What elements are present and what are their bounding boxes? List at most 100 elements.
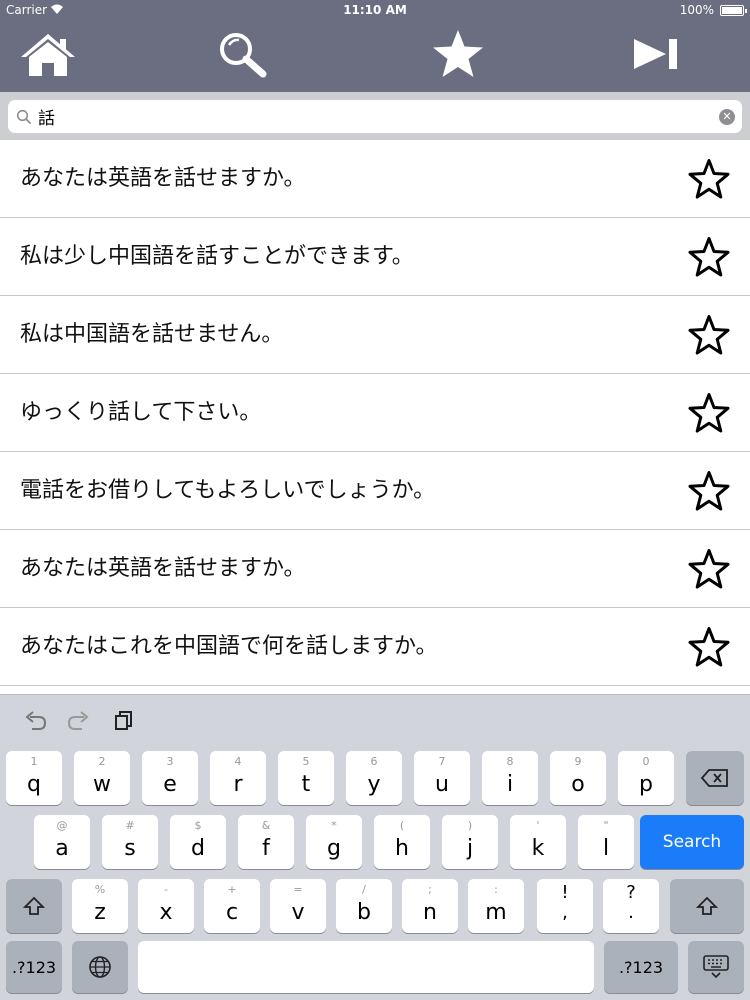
search-field: ✕: [8, 100, 742, 133]
globe-key[interactable]: [72, 941, 128, 993]
key-label: v: [291, 900, 305, 925]
key-h[interactable]: (h: [374, 815, 430, 869]
key-label: g: [327, 836, 341, 861]
key-f[interactable]: & f: [238, 815, 294, 869]
key-p[interactable]: 0p: [618, 751, 674, 805]
key-bottom-char: ,: [562, 902, 568, 923]
key-hint: 0: [642, 755, 650, 768]
phrase-text: あなたはこれを中国語で何を話しますか。: [20, 634, 438, 659]
key-y[interactable]: 6y: [346, 751, 402, 805]
key-w[interactable]: 2w: [74, 751, 130, 805]
key-hint: (: [399, 819, 405, 832]
favorite-star-icon[interactable]: [688, 470, 730, 512]
key-hint: @: [56, 819, 68, 832]
space-key[interactable]: [138, 941, 594, 993]
list-item[interactable]: あなたは英語を話せますか。: [0, 530, 750, 608]
key-j[interactable]: ) j: [442, 815, 498, 869]
onscreen-keyboard: 1 q 2 w 3 e 4 r 5 t 6 y 7 u 8 i 9 o 0 p @ a # s $ d & f * g(h) j ' k " l Se…: [0, 694, 750, 1000]
key-g[interactable]: * g: [306, 815, 362, 869]
key-hint: 1: [30, 755, 38, 768]
list-item[interactable]: あなたは英語を話せますか。: [0, 140, 750, 218]
search-button[interactable]: [210, 26, 274, 82]
key-label: s: [124, 836, 136, 861]
key-u[interactable]: 7u: [414, 751, 470, 805]
list-item[interactable]: あなたはこれを中国語で何を話しますか。: [0, 608, 750, 686]
numbers-key-right[interactable]: .?123: [604, 941, 678, 993]
key-hint: *: [331, 819, 337, 832]
key-hint: -: [164, 883, 168, 896]
key-hint: $: [194, 819, 202, 832]
key-label: r: [233, 772, 243, 797]
key-a[interactable]: @ a: [34, 815, 90, 869]
clear-icon[interactable]: ✕: [719, 109, 735, 125]
search-bar: ✕: [0, 92, 750, 140]
undo-icon[interactable]: [24, 709, 48, 731]
key-label: t: [301, 772, 311, 797]
key-v[interactable]: = v: [270, 879, 326, 933]
key-label: k: [531, 836, 545, 861]
key-q[interactable]: 1q: [6, 751, 62, 805]
keyboard-shortcut-bar: [0, 695, 750, 743]
key-hint: /: [362, 883, 366, 896]
key-i[interactable]: 8i: [482, 751, 538, 805]
search-key[interactable]: Search: [640, 815, 744, 869]
battery-icon: [720, 5, 747, 16]
key-punct_1[interactable]: !,: [537, 879, 593, 933]
key-r[interactable]: 4r: [210, 751, 266, 805]
backspace-icon: [700, 769, 728, 787]
paste-icon[interactable]: [113, 709, 135, 731]
hide-keyboard-key[interactable]: [688, 941, 744, 993]
key-z[interactable]: % z: [72, 879, 128, 933]
key-d[interactable]: $ d: [170, 815, 226, 869]
key-hint: ): [467, 819, 473, 832]
key-label: d: [191, 836, 205, 861]
key-label: a: [55, 836, 69, 861]
home-icon: [21, 34, 75, 76]
favorite-star-icon[interactable]: [688, 548, 730, 590]
key-label: l: [602, 836, 610, 861]
favorite-star-icon[interactable]: [688, 392, 730, 434]
favorite-star-icon[interactable]: [688, 626, 730, 668]
key-m[interactable]: :m: [468, 879, 524, 933]
home-button[interactable]: [16, 26, 80, 82]
key-c[interactable]: + c: [204, 879, 260, 933]
list-item[interactable]: ゆっくり話して下さい。: [0, 374, 750, 452]
key-hint: +: [227, 883, 237, 896]
key-hint: &: [261, 819, 271, 832]
shift-key-left[interactable]: [6, 879, 62, 933]
key-s[interactable]: # s: [102, 815, 158, 869]
key-l[interactable]: " l: [578, 815, 634, 869]
favorite-star-icon[interactable]: [688, 236, 730, 278]
numbers-key-left[interactable]: .?123: [6, 941, 62, 993]
search-input[interactable]: [38, 100, 698, 133]
key-t[interactable]: 5t: [278, 751, 334, 805]
key-hint: 7: [438, 755, 446, 768]
key-x[interactable]: -x: [138, 879, 194, 933]
star-icon: [433, 30, 483, 77]
next-button[interactable]: [624, 26, 688, 82]
key-label: j: [466, 836, 474, 861]
key-e[interactable]: 3e: [142, 751, 198, 805]
key-hint: =: [293, 883, 303, 896]
redo-icon[interactable]: [66, 709, 90, 731]
key-b[interactable]: / b: [336, 879, 392, 933]
key-o[interactable]: 9o: [550, 751, 606, 805]
key-hint: 2: [98, 755, 106, 768]
magnifier-icon: [16, 109, 31, 124]
key-label: c: [225, 900, 239, 925]
play-next-icon: [634, 39, 677, 69]
backspace-key[interactable]: [686, 751, 744, 805]
top-toolbar: [0, 20, 750, 92]
search-icon: [220, 33, 267, 78]
numbers-key-label: .?123: [11, 957, 57, 977]
favorite-star-icon[interactable]: [688, 158, 730, 200]
favorites-button[interactable]: [426, 26, 490, 82]
list-item[interactable]: 私は中国語を話せません。: [0, 296, 750, 374]
key-punct_2[interactable]: ?.: [603, 879, 659, 933]
list-item[interactable]: 私は少し中国語を話すことができます。: [0, 218, 750, 296]
list-item[interactable]: 電話をお借りしてもよろしいでしょうか。: [0, 452, 750, 530]
shift-key-right[interactable]: [670, 879, 744, 933]
favorite-star-icon[interactable]: [688, 314, 730, 356]
key-n[interactable]: ; n: [402, 879, 458, 933]
key-k[interactable]: ' k: [510, 815, 566, 869]
